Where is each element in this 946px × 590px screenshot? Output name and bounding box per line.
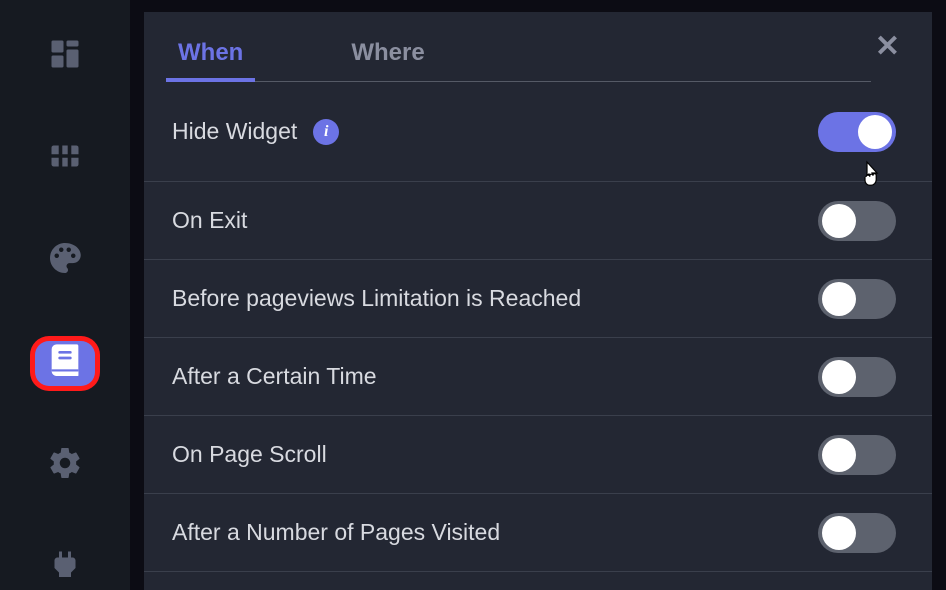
plug-icon: [47, 547, 83, 588]
toggle-after-time[interactable]: [818, 357, 896, 397]
settings-panel: When Where ✕ Hide Widget i On Exit Befor…: [144, 12, 932, 590]
close-button[interactable]: ✕: [871, 29, 904, 82]
sidebar-item-palette[interactable]: [35, 238, 95, 282]
gear-icon: [47, 445, 83, 486]
toggle-on-scroll[interactable]: [818, 435, 896, 475]
sidebar-item-plugin[interactable]: [35, 546, 95, 590]
info-icon[interactable]: i: [313, 119, 339, 145]
row-label: Hide Widget: [172, 118, 297, 145]
toggle-after-pages[interactable]: [818, 513, 896, 553]
book-icon: [45, 341, 85, 386]
row-after-time: After a Certain Time: [144, 338, 932, 416]
sidebar-item-dashboard[interactable]: [35, 34, 95, 78]
row-on-scroll: On Page Scroll: [144, 416, 932, 494]
close-icon: ✕: [875, 30, 900, 63]
tabs: When Where: [172, 12, 871, 82]
sidebar: [0, 0, 130, 590]
sidebar-item-book[interactable]: [35, 341, 95, 386]
row-label: Before pageviews Limitation is Reached: [172, 285, 581, 312]
toggle-pageviews-limit[interactable]: [818, 279, 896, 319]
row-hide-widget: Hide Widget i: [144, 82, 932, 182]
tab-when[interactable]: When: [172, 39, 249, 81]
row-label: On Exit: [172, 207, 247, 234]
row-after-pages: After a Number of Pages Visited: [144, 494, 932, 572]
tabs-row: When Where ✕: [144, 12, 932, 82]
row-on-exit: On Exit: [144, 182, 932, 260]
row-label: After a Certain Time: [172, 363, 377, 390]
tab-where[interactable]: Where: [345, 39, 430, 81]
settings-rows: Hide Widget i On Exit Before pageviews L…: [144, 82, 932, 572]
sidebar-item-settings[interactable]: [35, 444, 95, 488]
palette-icon: [47, 240, 83, 281]
sidebar-item-table[interactable]: [35, 136, 95, 180]
row-pageviews-limit: Before pageviews Limitation is Reached: [144, 260, 932, 338]
row-label: After a Number of Pages Visited: [172, 519, 500, 546]
table-icon: [47, 138, 83, 179]
toggle-on-exit[interactable]: [818, 201, 896, 241]
toggle-hide-widget[interactable]: [818, 112, 896, 152]
dashboard-icon: [47, 36, 83, 77]
row-label: On Page Scroll: [172, 441, 327, 468]
